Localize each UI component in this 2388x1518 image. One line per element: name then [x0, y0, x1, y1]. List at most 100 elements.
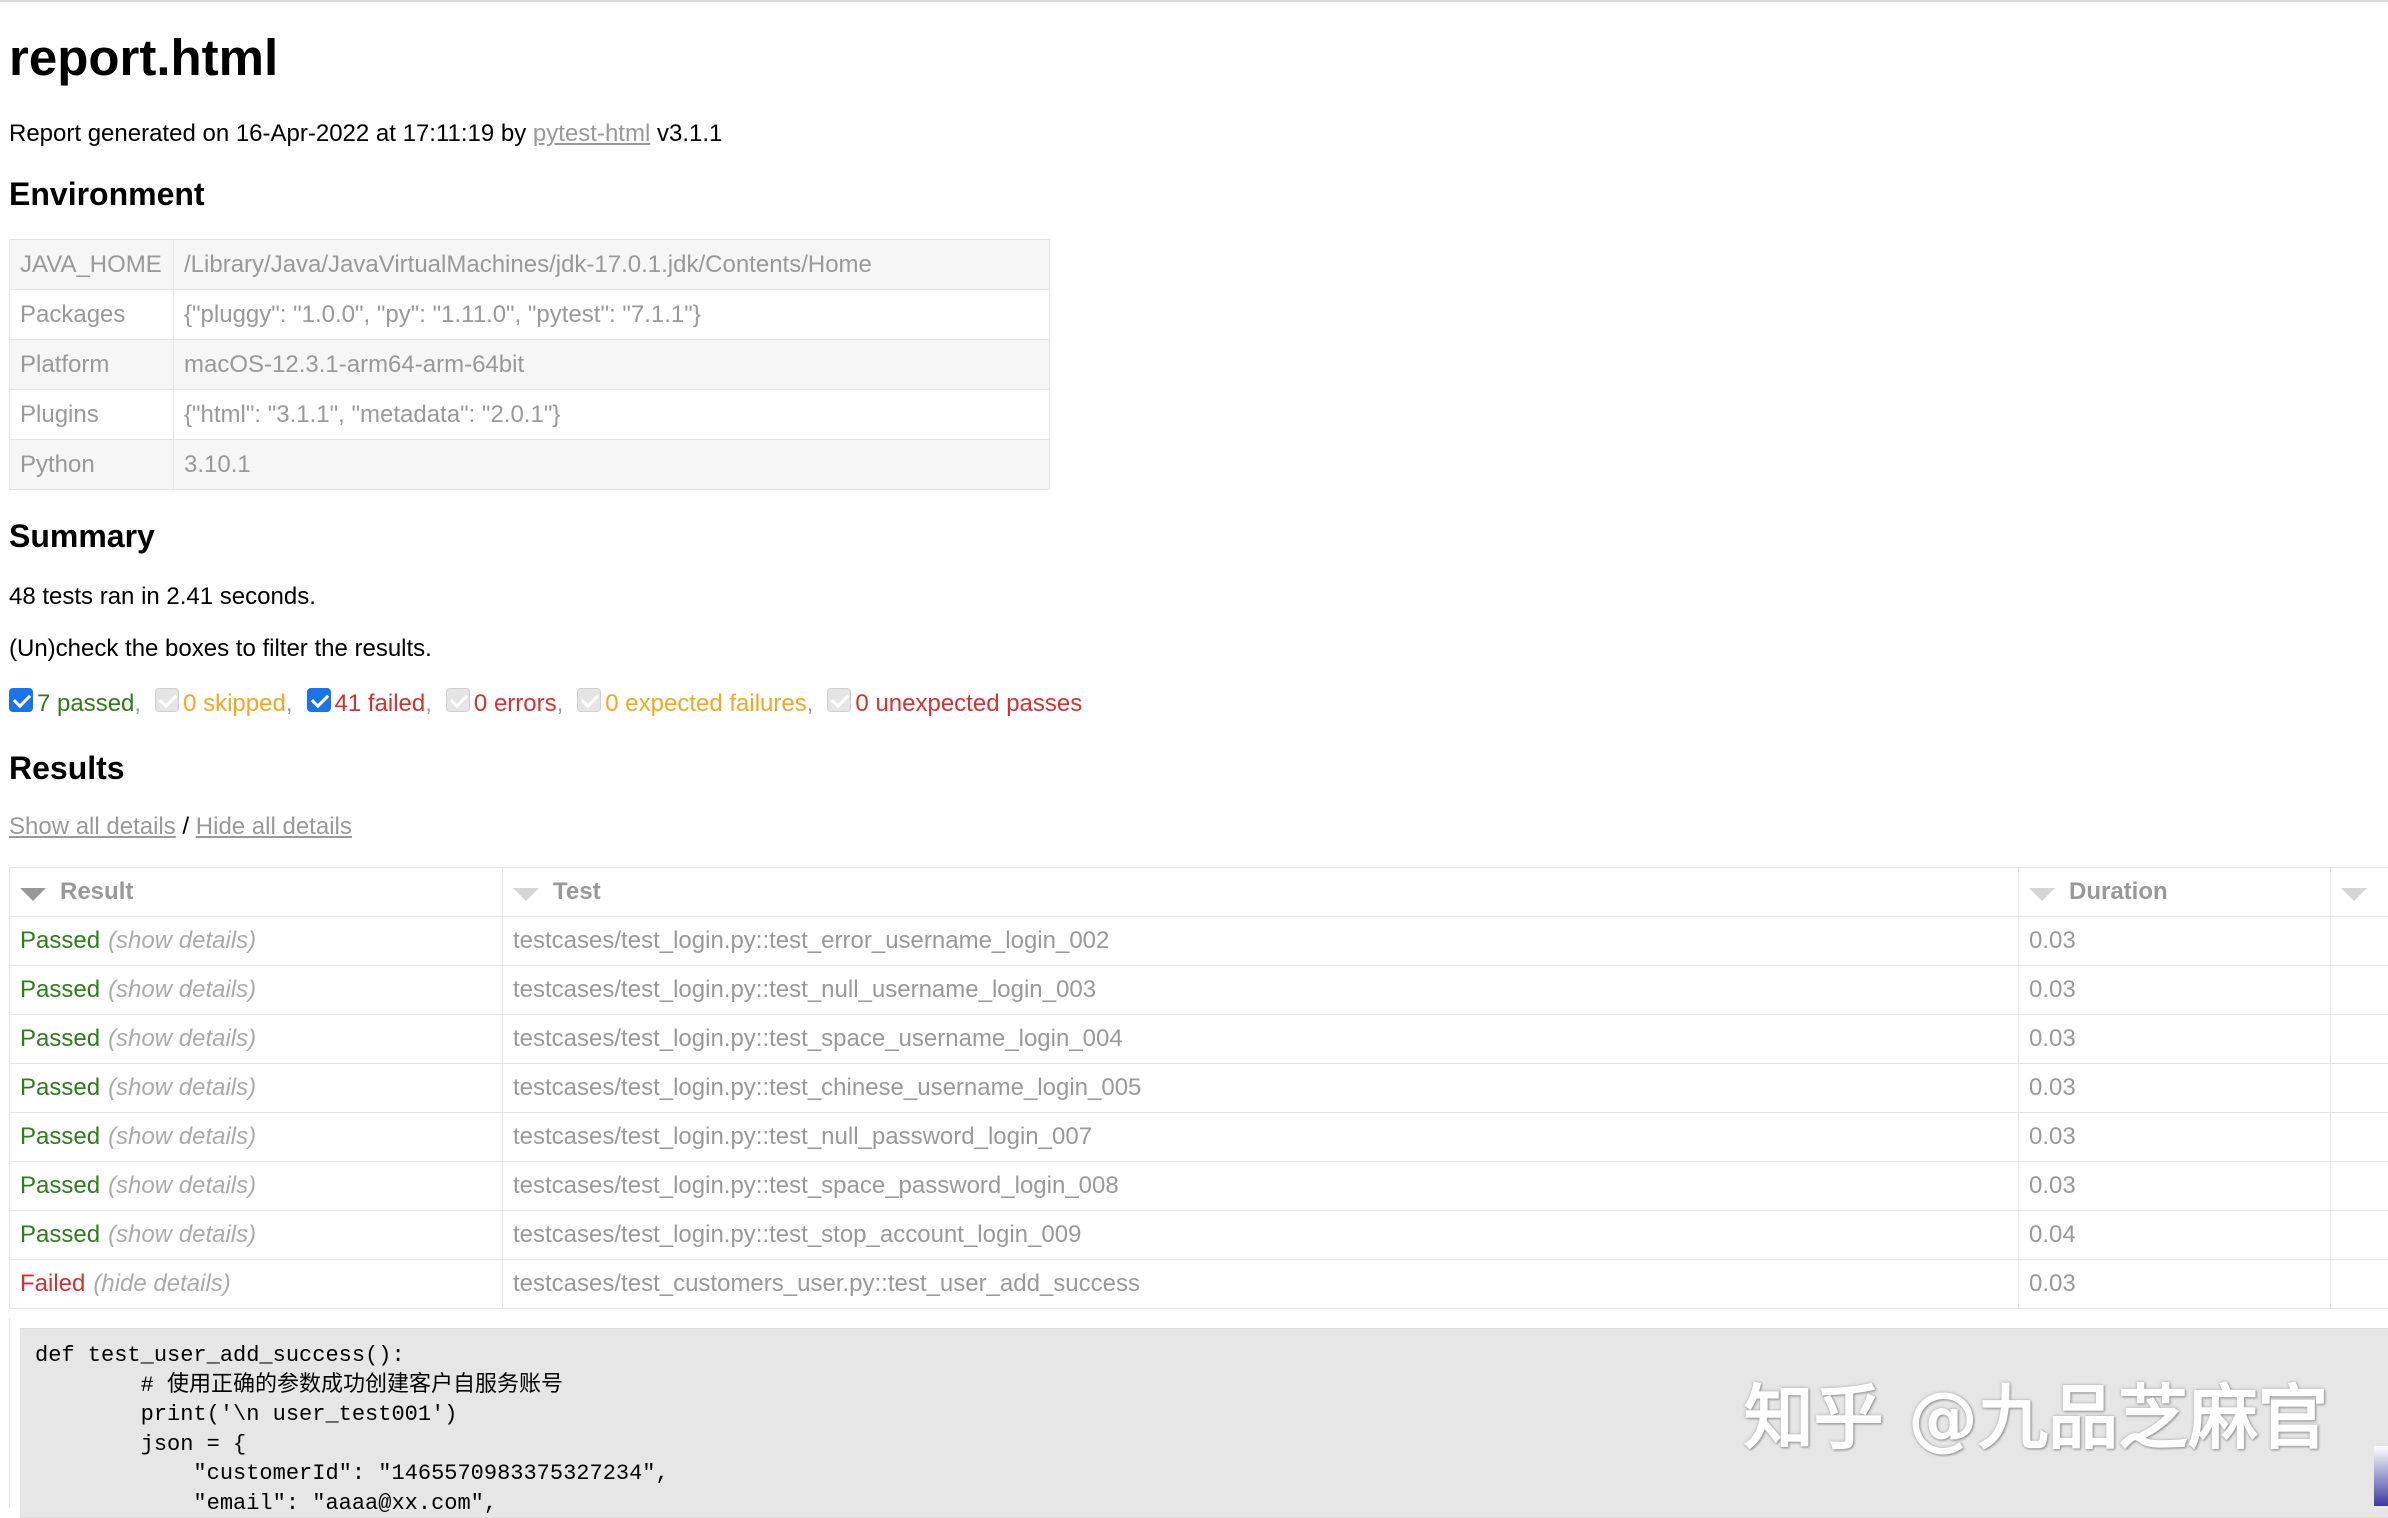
duration-cell: 0.03: [2019, 917, 2331, 965]
env-value: 3.10.1: [174, 440, 1050, 490]
sort-icon: [2341, 888, 2367, 901]
links-column-header[interactable]: [2331, 868, 2388, 916]
environment-heading: Environment: [9, 176, 205, 213]
code-line: "customerId": "1465570983375327234",: [35, 1459, 2374, 1489]
failed-checkbox[interactable]: [307, 688, 331, 712]
sort-desc-icon: [20, 888, 46, 901]
duration-cell: 0.03: [2019, 1260, 2331, 1308]
environment-table: JAVA_HOME /Library/Java/JavaVirtualMachi…: [9, 239, 1050, 490]
links-cell: [2331, 917, 2388, 965]
test-name-cell: testcases/test_customers_user.py::test_u…: [503, 1260, 2019, 1308]
summary-heading: Summary: [9, 518, 155, 555]
code-line: "email": "aaaa@xx.com",: [35, 1489, 2374, 1518]
result-column-label: Result: [60, 878, 133, 906]
links-cell: [2331, 1162, 2388, 1210]
env-key: Python: [10, 440, 174, 490]
errors-checkbox: [446, 688, 470, 712]
table-row: Passed(show details) testcases/test_logi…: [10, 1211, 2388, 1260]
test-name-cell: testcases/test_login.py::test_null_passw…: [503, 1113, 2019, 1161]
env-row: Plugins {"html": "3.1.1", "metadata": "2…: [10, 390, 1050, 440]
test-name-cell: testcases/test_login.py::test_null_usern…: [503, 966, 2019, 1014]
unexpected-passes-checkbox: [827, 688, 851, 712]
skipped-label: 0 skipped: [183, 690, 286, 718]
window-top-border: [0, 0, 2388, 2]
links-cell: [2331, 1260, 2388, 1308]
test-name-cell: testcases/test_login.py::test_error_user…: [503, 917, 2019, 965]
show-details-toggle[interactable]: (show details): [108, 1123, 256, 1151]
filter-instruction: (Un)check the boxes to filter the result…: [9, 635, 432, 663]
filter-failed[interactable]: 41 failed,: [307, 690, 446, 718]
show-details-toggle[interactable]: (show details): [108, 976, 256, 1004]
env-value: {"html": "3.1.1", "metadata": "2.0.1"}: [174, 390, 1050, 440]
env-key: Platform: [10, 340, 174, 390]
separator: ,: [557, 690, 564, 718]
env-row: JAVA_HOME /Library/Java/JavaVirtualMachi…: [10, 240, 1050, 290]
filter-passed[interactable]: 7 passed,: [9, 690, 155, 718]
env-value: macOS-12.3.1-arm64-arm-64bit: [174, 340, 1050, 390]
separator: ,: [134, 690, 141, 718]
generator-version: v3.1.1: [650, 120, 722, 147]
results-table: Result Test Duration Passed (show details…: [9, 867, 2388, 1309]
duration-cell: 0.03: [2019, 1162, 2331, 1210]
env-key: Plugins: [10, 390, 174, 440]
show-details-toggle[interactable]: (show details): [108, 927, 256, 955]
links-cell: [2331, 1064, 2388, 1112]
show-details-toggle[interactable]: (show details): [108, 1172, 256, 1200]
show-details-toggle[interactable]: (show details): [108, 1221, 256, 1249]
status-passed: Passed: [20, 976, 100, 1004]
result-cell: Passed (show details): [10, 1064, 503, 1112]
result-cell: Passed(show details): [10, 917, 503, 965]
links-cell: [2331, 1015, 2388, 1063]
result-cell: Passed (show details): [10, 1162, 503, 1210]
show-all-details-link[interactable]: Show all details: [9, 813, 176, 840]
hide-all-details-link[interactable]: Hide all details: [196, 813, 352, 840]
status-failed: Failed: [20, 1270, 85, 1298]
show-details-toggle[interactable]: (show details): [108, 1074, 256, 1102]
results-header-row: Result Test Duration: [10, 868, 2388, 917]
expected-failures-label: 0 expected failures: [605, 690, 806, 718]
sort-icon: [513, 888, 539, 901]
result-cell: Passed (show details): [10, 1015, 503, 1063]
pytest-html-link[interactable]: pytest-html: [533, 120, 650, 147]
test-column-header[interactable]: Test: [503, 868, 2019, 916]
table-row: Passed(show details) testcases/test_logi…: [10, 1113, 2388, 1162]
expected-failures-checkbox: [577, 688, 601, 712]
result-column-header[interactable]: Result: [10, 868, 503, 916]
status-passed: Passed: [20, 1172, 100, 1200]
results-heading: Results: [9, 750, 125, 787]
show-details-toggle[interactable]: (show details): [108, 1025, 256, 1053]
env-value: {"pluggy": "1.0.0", "py": "1.11.0", "pyt…: [174, 290, 1050, 340]
skipped-checkbox: [155, 688, 179, 712]
passed-checkbox[interactable]: [9, 688, 33, 712]
links-cell: [2331, 966, 2388, 1014]
env-row: Python 3.10.1: [10, 440, 1050, 490]
status-passed: Passed: [20, 1025, 100, 1053]
env-row: Platform macOS-12.3.1-arm64-arm-64bit: [10, 340, 1050, 390]
page-title: report.html: [9, 28, 278, 87]
env-key: Packages: [10, 290, 174, 340]
result-cell: Passed(show details): [10, 1113, 503, 1161]
duration-cell: 0.03: [2019, 1113, 2331, 1161]
result-cell: Passed (show details): [10, 966, 503, 1014]
status-passed: Passed: [20, 1074, 100, 1102]
table-row: Passed (show details) testcases/test_logi…: [10, 1015, 2388, 1064]
result-filters: 7 passed, 0 skipped, 41 failed, 0 errors…: [9, 690, 1082, 718]
test-name-cell: testcases/test_login.py::test_space_user…: [503, 1015, 2019, 1063]
detail-links: Show all details / Hide all details: [9, 813, 352, 841]
window-corner: [2374, 1446, 2388, 1506]
duration-cell: 0.04: [2019, 1211, 2331, 1259]
errors-label: 0 errors: [474, 690, 557, 718]
unexpected-passes-label: 0 unexpected passes: [855, 690, 1082, 718]
env-value: /Library/Java/JavaVirtualMachines/jdk-17…: [174, 240, 1050, 290]
test-name-cell: testcases/test_login.py::test_space_pass…: [503, 1162, 2019, 1210]
separator: ,: [425, 690, 432, 718]
tests-ran-text: 48 tests ran in 2.41 seconds.: [9, 583, 316, 611]
sort-icon: [2029, 888, 2055, 901]
duration-column-label: Duration: [2069, 878, 2168, 906]
failed-label: 41 failed: [335, 690, 426, 718]
generated-info: Report generated on 16-Apr-2022 at 17:11…: [9, 120, 722, 148]
duration-column-header[interactable]: Duration: [2019, 868, 2331, 916]
filter-errors: 0 errors,: [446, 690, 577, 718]
status-passed: Passed: [20, 1221, 100, 1249]
hide-details-toggle[interactable]: (hide details): [93, 1270, 230, 1298]
